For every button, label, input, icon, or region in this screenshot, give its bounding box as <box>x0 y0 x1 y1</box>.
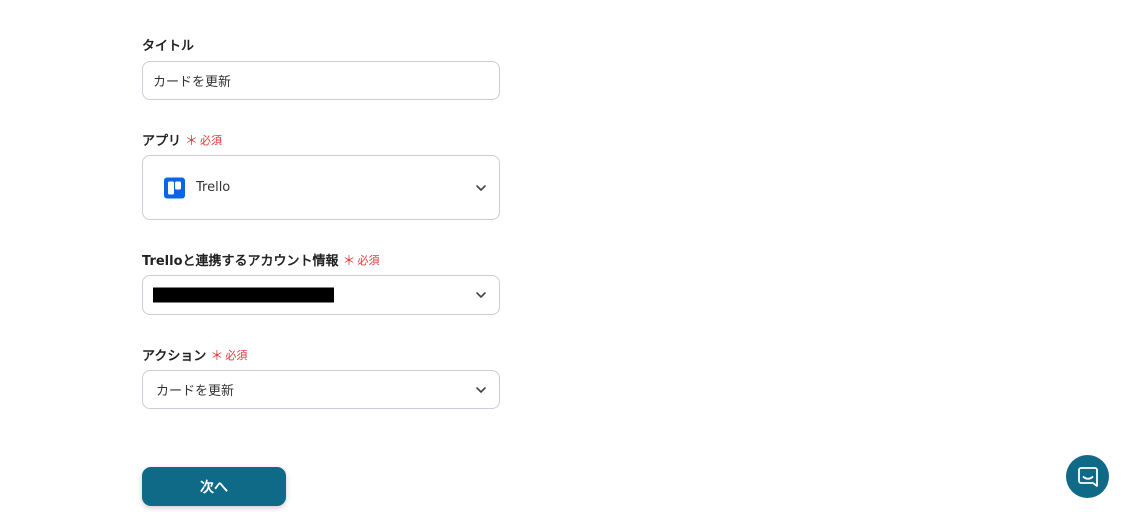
chevron-down-icon <box>476 292 486 298</box>
required-badge: ＊ 必須 <box>342 250 380 270</box>
next-button[interactable]: 次へ <box>142 467 286 506</box>
chat-icon <box>1077 466 1098 487</box>
app-selected-value: Trello <box>196 180 231 195</box>
app-label-text: アプリ <box>142 134 182 149</box>
chevron-down-icon <box>476 184 486 191</box>
title-label-text: タイトル <box>142 39 195 54</box>
required-badge: ＊ 必須 <box>210 345 248 365</box>
action-select[interactable]: カードを更新 <box>142 370 500 409</box>
trello-logo-icon <box>164 177 185 198</box>
chat-button[interactable] <box>1066 455 1109 498</box>
required-text: 必須 <box>357 253 380 267</box>
required-asterisk: ＊ <box>342 254 356 269</box>
redacted-account-value <box>153 287 334 303</box>
title-input-wrapper[interactable] <box>142 61 500 100</box>
action-label: アクション ＊ 必須 <box>142 345 248 365</box>
account-label: Trelloと連携するアカウント情報 ＊ 必須 <box>142 250 380 270</box>
title-input[interactable] <box>143 73 499 88</box>
account-select[interactable] <box>142 275 500 315</box>
required-asterisk: ＊ <box>185 134 199 149</box>
required-text: 必須 <box>200 133 223 147</box>
action-label-text: アクション <box>142 349 207 364</box>
app-select[interactable]: Trello <box>142 155 500 220</box>
required-asterisk: ＊ <box>210 349 224 364</box>
title-label: タイトル <box>142 35 194 54</box>
chevron-down-icon <box>476 386 486 393</box>
required-text: 必須 <box>225 348 248 362</box>
required-badge: ＊ 必須 <box>185 130 223 150</box>
next-button-label: 次へ <box>200 479 228 496</box>
account-label-text: Trelloと連携するアカウント情報 <box>142 254 339 269</box>
app-label: アプリ ＊ 必須 <box>142 130 223 150</box>
action-selected-value: カードを更新 <box>156 384 235 399</box>
